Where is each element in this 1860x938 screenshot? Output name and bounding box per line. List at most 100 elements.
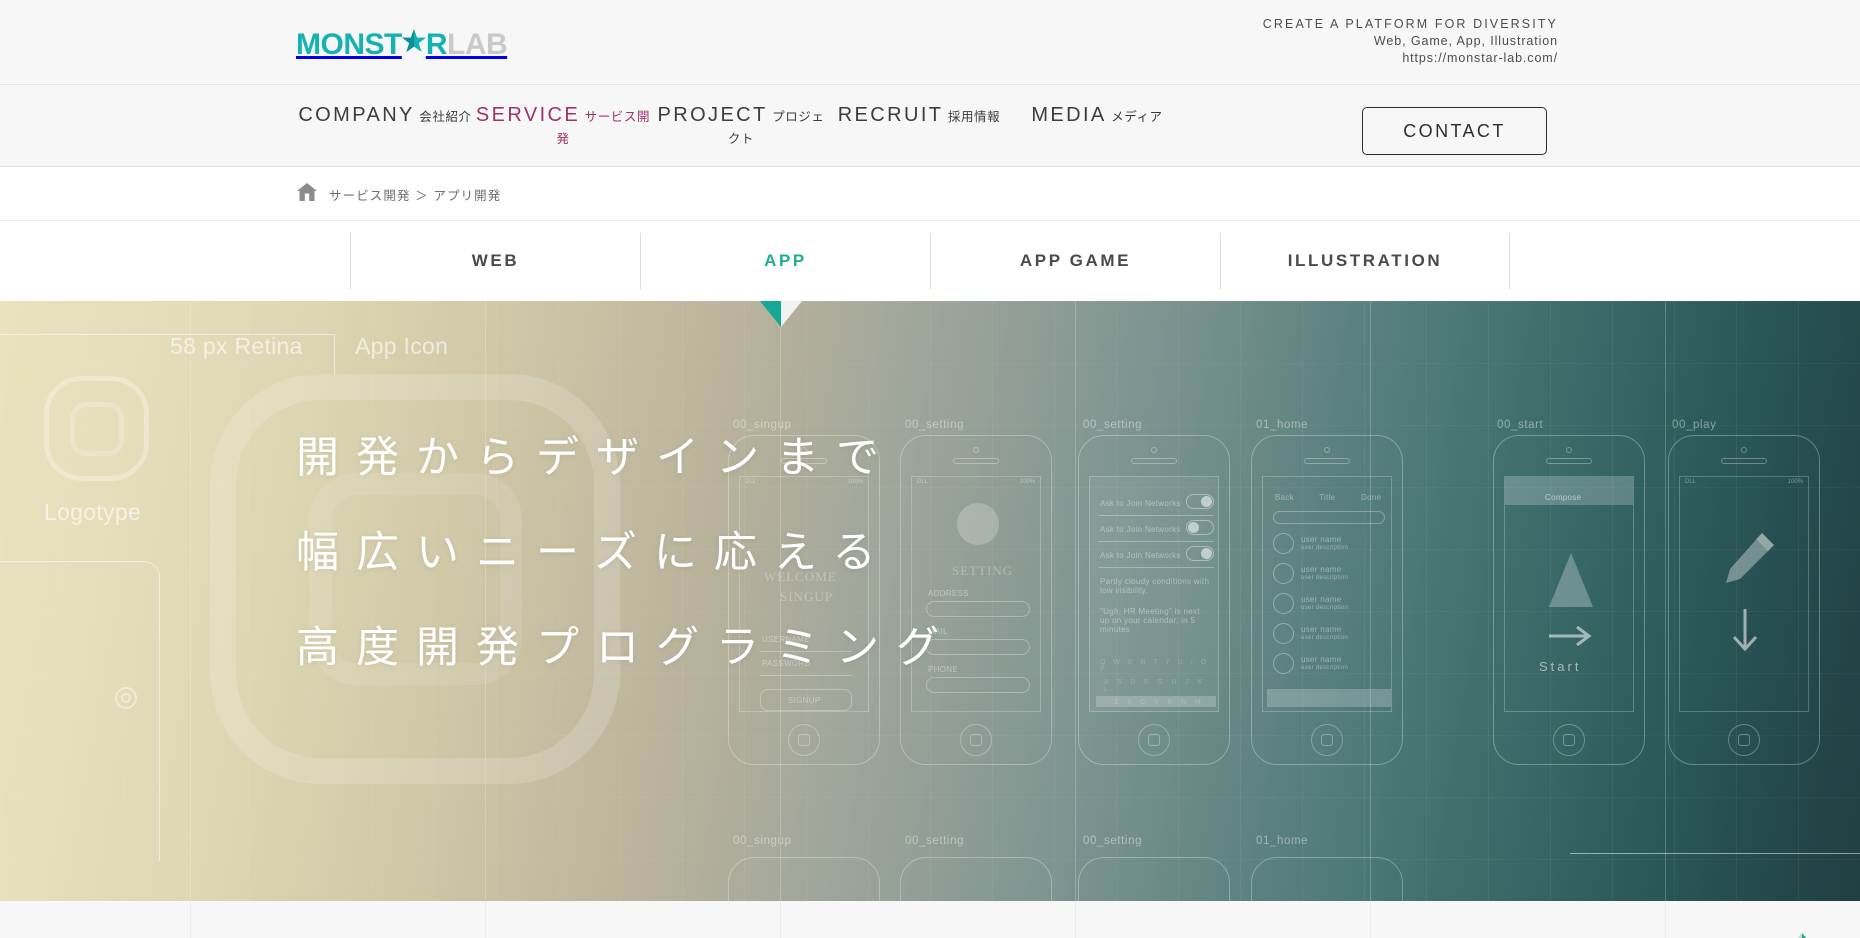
wifi-toggle-2[interactable] xyxy=(1186,520,1214,535)
wifi-row-label: Ask to Join Networks xyxy=(1100,525,1181,534)
list-user-name: user name xyxy=(1301,535,1342,544)
wifi-toggle-3[interactable] xyxy=(1186,546,1214,561)
phone-speaker xyxy=(1546,458,1592,464)
wifi-row-label: Ask to Join Networks xyxy=(1100,499,1181,508)
list-avatar xyxy=(1273,623,1294,644)
divider xyxy=(1098,515,1214,516)
list-user-name: user name xyxy=(1301,625,1342,634)
phone-camera xyxy=(1324,447,1330,453)
status-battery: 100% xyxy=(1787,479,1803,485)
wireframe-label: 00_setting xyxy=(1083,419,1143,431)
wireframe-phone-row2 xyxy=(728,857,880,901)
status-battery: 100% xyxy=(1019,479,1035,485)
phone-camera xyxy=(1566,447,1572,453)
wifi-note-1: Partly cloudy conditions with low visibi… xyxy=(1100,577,1210,595)
wireframe-phone-wifi: Ask to Join Networks Ask to Join Network… xyxy=(1078,435,1230,765)
tab-web[interactable]: WEB xyxy=(350,233,640,289)
phone-home-button xyxy=(960,724,992,756)
spec-label-logotype: Logotype xyxy=(44,499,142,525)
list-avatar xyxy=(1273,593,1294,614)
phone-screen: DLL 100% xyxy=(1679,476,1809,712)
wireframe-phone-home: Back Title Done user name user descripti… xyxy=(1251,435,1403,765)
divider xyxy=(1098,567,1214,568)
nav-label-ja: 採用情報 xyxy=(947,110,1001,124)
hero-column-separator xyxy=(190,301,191,901)
nav-label-ja: メディア xyxy=(1111,110,1163,124)
home-back-label[interactable]: Back xyxy=(1275,493,1294,502)
wifi-toggle-1[interactable] xyxy=(1186,494,1214,509)
wireframe-phone-play: DLL 100% xyxy=(1668,435,1820,765)
logo-text-monst: MONST xyxy=(296,28,402,61)
keyboard-space-row[interactable] xyxy=(1096,696,1216,707)
site-logo[interactable]: MONST R LAB xyxy=(296,28,508,62)
wifi-row-label: Ask to Join Networks xyxy=(1100,551,1181,560)
tab-illustration[interactable]: ILLUSTRATION xyxy=(1220,233,1510,289)
phone-speaker xyxy=(1721,458,1767,464)
footer-column-divider xyxy=(485,901,486,938)
wireframe-label: 00_start xyxy=(1497,419,1544,431)
device-home-dot xyxy=(121,693,131,703)
home-done-label[interactable]: Done xyxy=(1361,493,1381,502)
wireframe-phone-row2 xyxy=(1078,857,1230,901)
breadcrumb: サービス開発 ＞ アプリ開発 xyxy=(296,167,501,221)
keyboard-row-1: Q W E R T Y U I O P xyxy=(1100,659,1210,673)
phone-home-button xyxy=(1138,724,1170,756)
nav-label-en: PROJECT xyxy=(657,104,768,126)
list-user-name: user name xyxy=(1301,595,1342,604)
breadcrumb-text[interactable]: サービス開発 ＞ アプリ開発 xyxy=(329,185,501,204)
status-bar: DLL 100% xyxy=(1680,477,1808,489)
phone-screen: Back Title Done user name user descripti… xyxy=(1262,476,1392,712)
home-icon[interactable] xyxy=(296,182,318,207)
contact-button[interactable]: CONTACT xyxy=(1362,107,1547,155)
home-tab-bar[interactable] xyxy=(1267,689,1391,707)
wireframe-label: 00_play xyxy=(1672,419,1717,431)
nav-label-en: RECRUIT xyxy=(837,104,944,126)
nav-item-service[interactable]: SERVICE サービス開発 xyxy=(474,85,652,150)
tagline-line-1: CREATE A PLATFORM FOR DIVERSITY xyxy=(1262,17,1558,31)
list-avatar xyxy=(1273,653,1294,674)
wireframe-phone-start: Compose Start xyxy=(1493,435,1645,765)
tab-list: WEB APP APP GAME ILLUSTRATION xyxy=(350,233,1510,289)
wifi-note-2: "Ugh, HR Meeting" is next up on your cal… xyxy=(1100,607,1200,634)
wireframe-phone-row2 xyxy=(1251,857,1403,901)
nav-item-company[interactable]: COMPANY 会社紹介 xyxy=(296,85,474,128)
start-label: Start xyxy=(1539,659,1582,674)
hero-column-separator xyxy=(1075,301,1076,901)
phone-home-button xyxy=(1553,724,1585,756)
phone-camera xyxy=(973,447,979,453)
scroll-top-triangle-icon[interactable] xyxy=(1780,933,1824,938)
tab-app[interactable]: APP xyxy=(640,233,930,289)
phone-screen: Ask to Join Networks Ask to Join Network… xyxy=(1089,476,1219,712)
nav-item-media[interactable]: MEDIA メディア xyxy=(1008,85,1186,128)
keyboard-row-2: A S D F G H J K L xyxy=(1104,679,1206,693)
nav-item-recruit[interactable]: RECRUIT 採用情報 xyxy=(830,85,1008,128)
phone-speaker xyxy=(1304,458,1350,464)
nav-label-en: SERVICE xyxy=(475,104,581,126)
signup-submit-label: SIGNUP xyxy=(788,696,821,705)
nav-item-list: COMPANY 会社紹介 SERVICE サービス開発 PROJECT プロジェ… xyxy=(296,85,1186,167)
pencil-icon xyxy=(1726,533,1774,583)
phone-camera xyxy=(1741,447,1747,453)
list-user-desc: user description xyxy=(1301,635,1349,641)
spec-bracket xyxy=(1570,853,1860,901)
tagline-url[interactable]: https://monstar-lab.com/ xyxy=(1263,50,1558,67)
main-navigation: COMPANY 会社紹介 SERVICE サービス開発 PROJECT プロジェ… xyxy=(0,85,1860,167)
top-bar: MONST R LAB CREATE A PLATFORM FOR DIVERS… xyxy=(0,0,1860,85)
phone-speaker xyxy=(953,458,999,464)
hero-banner: 58 px Retina App Icon Logotype 00_singup… xyxy=(0,301,1860,901)
nav-item-project[interactable]: PROJECT プロジェクト xyxy=(652,85,830,150)
nav-label-ja: 会社紹介 xyxy=(419,110,472,124)
list-user-desc: user description xyxy=(1301,545,1349,551)
home-search-field[interactable] xyxy=(1273,511,1385,524)
list-user-name: user name xyxy=(1301,655,1342,664)
tab-app-game[interactable]: APP GAME xyxy=(930,233,1220,289)
footer-column-divider xyxy=(1370,901,1371,938)
phone-home-button xyxy=(1728,724,1760,756)
phone-screen: Compose Start xyxy=(1504,476,1634,712)
logo-text-lab: LAB xyxy=(447,28,508,61)
app-icon-sample-inner xyxy=(70,402,124,456)
list-user-desc: user description xyxy=(1301,575,1349,581)
wireframe-label: 01_home xyxy=(1256,835,1309,847)
scroll-down-triangle-icon[interactable] xyxy=(760,301,802,327)
nav-label-en: COMPANY xyxy=(298,104,415,126)
